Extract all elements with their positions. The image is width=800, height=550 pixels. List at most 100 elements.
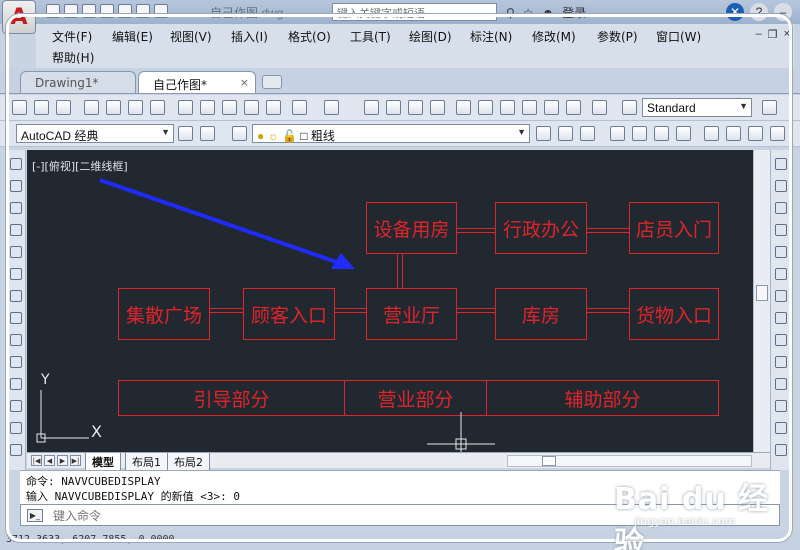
gear-icon[interactable] xyxy=(178,126,193,141)
sheet-set-icon[interactable] xyxy=(522,100,537,115)
menu-help[interactable]: 帮助(H) xyxy=(52,49,94,66)
search-input[interactable]: 键入关键字或短语 xyxy=(332,3,497,21)
exchange-icon[interactable]: ✕ xyxy=(726,3,744,21)
drawing-canvas[interactable]: [-][俯视][二维线框] 设备用房 行政办公 店员入门 集散广场 顾客入口 营… xyxy=(27,150,753,452)
text-style-icon[interactable] xyxy=(622,100,637,115)
binoculars-icon[interactable]: ⚲ xyxy=(506,6,515,20)
redo-icon[interactable] xyxy=(154,4,168,18)
offset-icon[interactable] xyxy=(775,224,787,236)
command-input[interactable] xyxy=(53,508,653,523)
point-icon[interactable] xyxy=(10,422,22,434)
help-icon[interactable] xyxy=(592,100,607,115)
break-icon[interactable] xyxy=(775,400,787,412)
copy-icon[interactable] xyxy=(200,100,215,115)
revision-cloud-icon[interactable] xyxy=(10,312,22,324)
copy-object-icon[interactable] xyxy=(775,180,787,192)
extend-icon[interactable] xyxy=(775,378,787,390)
polygon-icon[interactable] xyxy=(10,224,22,236)
design-center-icon[interactable] xyxy=(478,100,493,115)
menu-dimension[interactable]: 标注(N) xyxy=(470,28,512,45)
last-layout-icon[interactable]: ▶| xyxy=(70,455,81,466)
diameter-icon[interactable] xyxy=(748,126,763,141)
redo-icon[interactable] xyxy=(324,100,339,115)
undo-icon[interactable] xyxy=(292,100,307,115)
layer-previous-icon[interactable] xyxy=(558,126,573,141)
circle-icon[interactable] xyxy=(10,290,22,302)
trim-icon[interactable] xyxy=(775,356,787,368)
doc-minimize-icon[interactable]: – xyxy=(756,28,762,41)
radius-icon[interactable] xyxy=(704,126,719,141)
make-current-icon[interactable] xyxy=(536,126,551,141)
zoom-window-icon[interactable] xyxy=(408,100,423,115)
doc-restore-icon[interactable]: ❐ xyxy=(768,28,778,41)
menu-edit[interactable]: 编辑(E) xyxy=(112,28,153,45)
cut-icon[interactable] xyxy=(178,100,193,115)
first-layout-icon[interactable]: |◀ xyxy=(31,455,42,466)
help-icon[interactable]: ? xyxy=(750,3,768,21)
application-menu-button[interactable]: A xyxy=(2,0,36,34)
tab-current-drawing[interactable]: 自己作图* × xyxy=(138,71,256,93)
paste-icon[interactable] xyxy=(222,100,237,115)
zoom-realtime-icon[interactable] xyxy=(386,100,401,115)
new-icon[interactable] xyxy=(46,4,60,18)
insert-block-icon[interactable] xyxy=(10,378,22,390)
plot-icon[interactable] xyxy=(84,100,99,115)
workspace-icon[interactable] xyxy=(200,126,215,141)
block-editor-icon[interactable] xyxy=(266,100,281,115)
menu-insert[interactable]: 插入(I) xyxy=(231,28,268,45)
tool-palettes-icon[interactable] xyxy=(500,100,515,115)
scroll-thumb[interactable] xyxy=(542,456,556,466)
menu-draw[interactable]: 绘图(D) xyxy=(409,28,452,45)
jogged-icon[interactable] xyxy=(726,126,741,141)
open-icon[interactable] xyxy=(34,100,49,115)
doc-close-icon[interactable]: × xyxy=(784,28,790,41)
move-icon[interactable] xyxy=(775,268,787,280)
prev-layout-icon[interactable]: ◀ xyxy=(44,455,55,466)
menu-window[interactable]: 窗口(W) xyxy=(656,28,701,45)
rotate-icon[interactable] xyxy=(775,290,787,302)
scroll-thumb[interactable] xyxy=(756,285,768,301)
match-properties-icon[interactable] xyxy=(244,100,259,115)
open-icon[interactable] xyxy=(64,4,78,18)
angular-icon[interactable] xyxy=(770,126,785,141)
markup-icon[interactable] xyxy=(544,100,559,115)
properties-icon[interactable] xyxy=(456,100,471,115)
hatch-icon[interactable] xyxy=(10,444,22,456)
pan-icon[interactable] xyxy=(364,100,379,115)
text-style-select[interactable]: Standard ▼ xyxy=(642,98,752,117)
new-tab-button[interactable] xyxy=(262,75,282,89)
arc-icon[interactable] xyxy=(10,268,22,280)
menu-modify[interactable]: 修改(M) xyxy=(532,28,576,45)
layer-state-icon[interactable] xyxy=(580,126,595,141)
array-icon[interactable] xyxy=(775,246,787,258)
aligned-dimension-icon[interactable] xyxy=(632,126,647,141)
user-icon[interactable]: ☻ xyxy=(542,6,555,20)
menu-parameters[interactable]: 参数(P) xyxy=(597,28,638,45)
layer-manager-icon[interactable] xyxy=(232,126,247,141)
print-icon[interactable] xyxy=(118,4,132,18)
fillet-icon[interactable] xyxy=(775,422,787,434)
saveas-icon[interactable] xyxy=(100,4,114,18)
ellipse-icon[interactable] xyxy=(10,356,22,368)
line-icon[interactable] xyxy=(10,158,22,170)
command-prompt-icon[interactable]: ▶_ xyxy=(27,509,43,522)
linear-dimension-icon[interactable] xyxy=(610,126,625,141)
publish-icon[interactable] xyxy=(128,100,143,115)
vertical-scrollbar[interactable] xyxy=(753,150,770,452)
menu-tools[interactable]: 工具(T) xyxy=(350,28,391,45)
erase-icon[interactable] xyxy=(775,158,787,170)
scale-icon[interactable] xyxy=(775,312,787,324)
login-button[interactable]: 登录 xyxy=(562,4,586,21)
save-icon[interactable] xyxy=(82,4,96,18)
menu-format[interactable]: 格式(O) xyxy=(288,28,331,45)
layer-select[interactable]: ● ☼ 🔓 □ 粗线 ▼ xyxy=(252,124,530,143)
new-icon[interactable] xyxy=(12,100,27,115)
minimize-icon[interactable]: – xyxy=(774,3,792,21)
stretch-icon[interactable] xyxy=(775,334,787,346)
workspace-select[interactable]: AutoCAD 经典 ▼ xyxy=(16,124,174,143)
tab-drawing1[interactable]: Drawing1* xyxy=(20,71,136,93)
spline-icon[interactable] xyxy=(10,334,22,346)
dimension-style-icon[interactable] xyxy=(762,100,777,115)
make-block-icon[interactable] xyxy=(10,400,22,412)
star-icon[interactable]: ☆ xyxy=(523,6,534,20)
